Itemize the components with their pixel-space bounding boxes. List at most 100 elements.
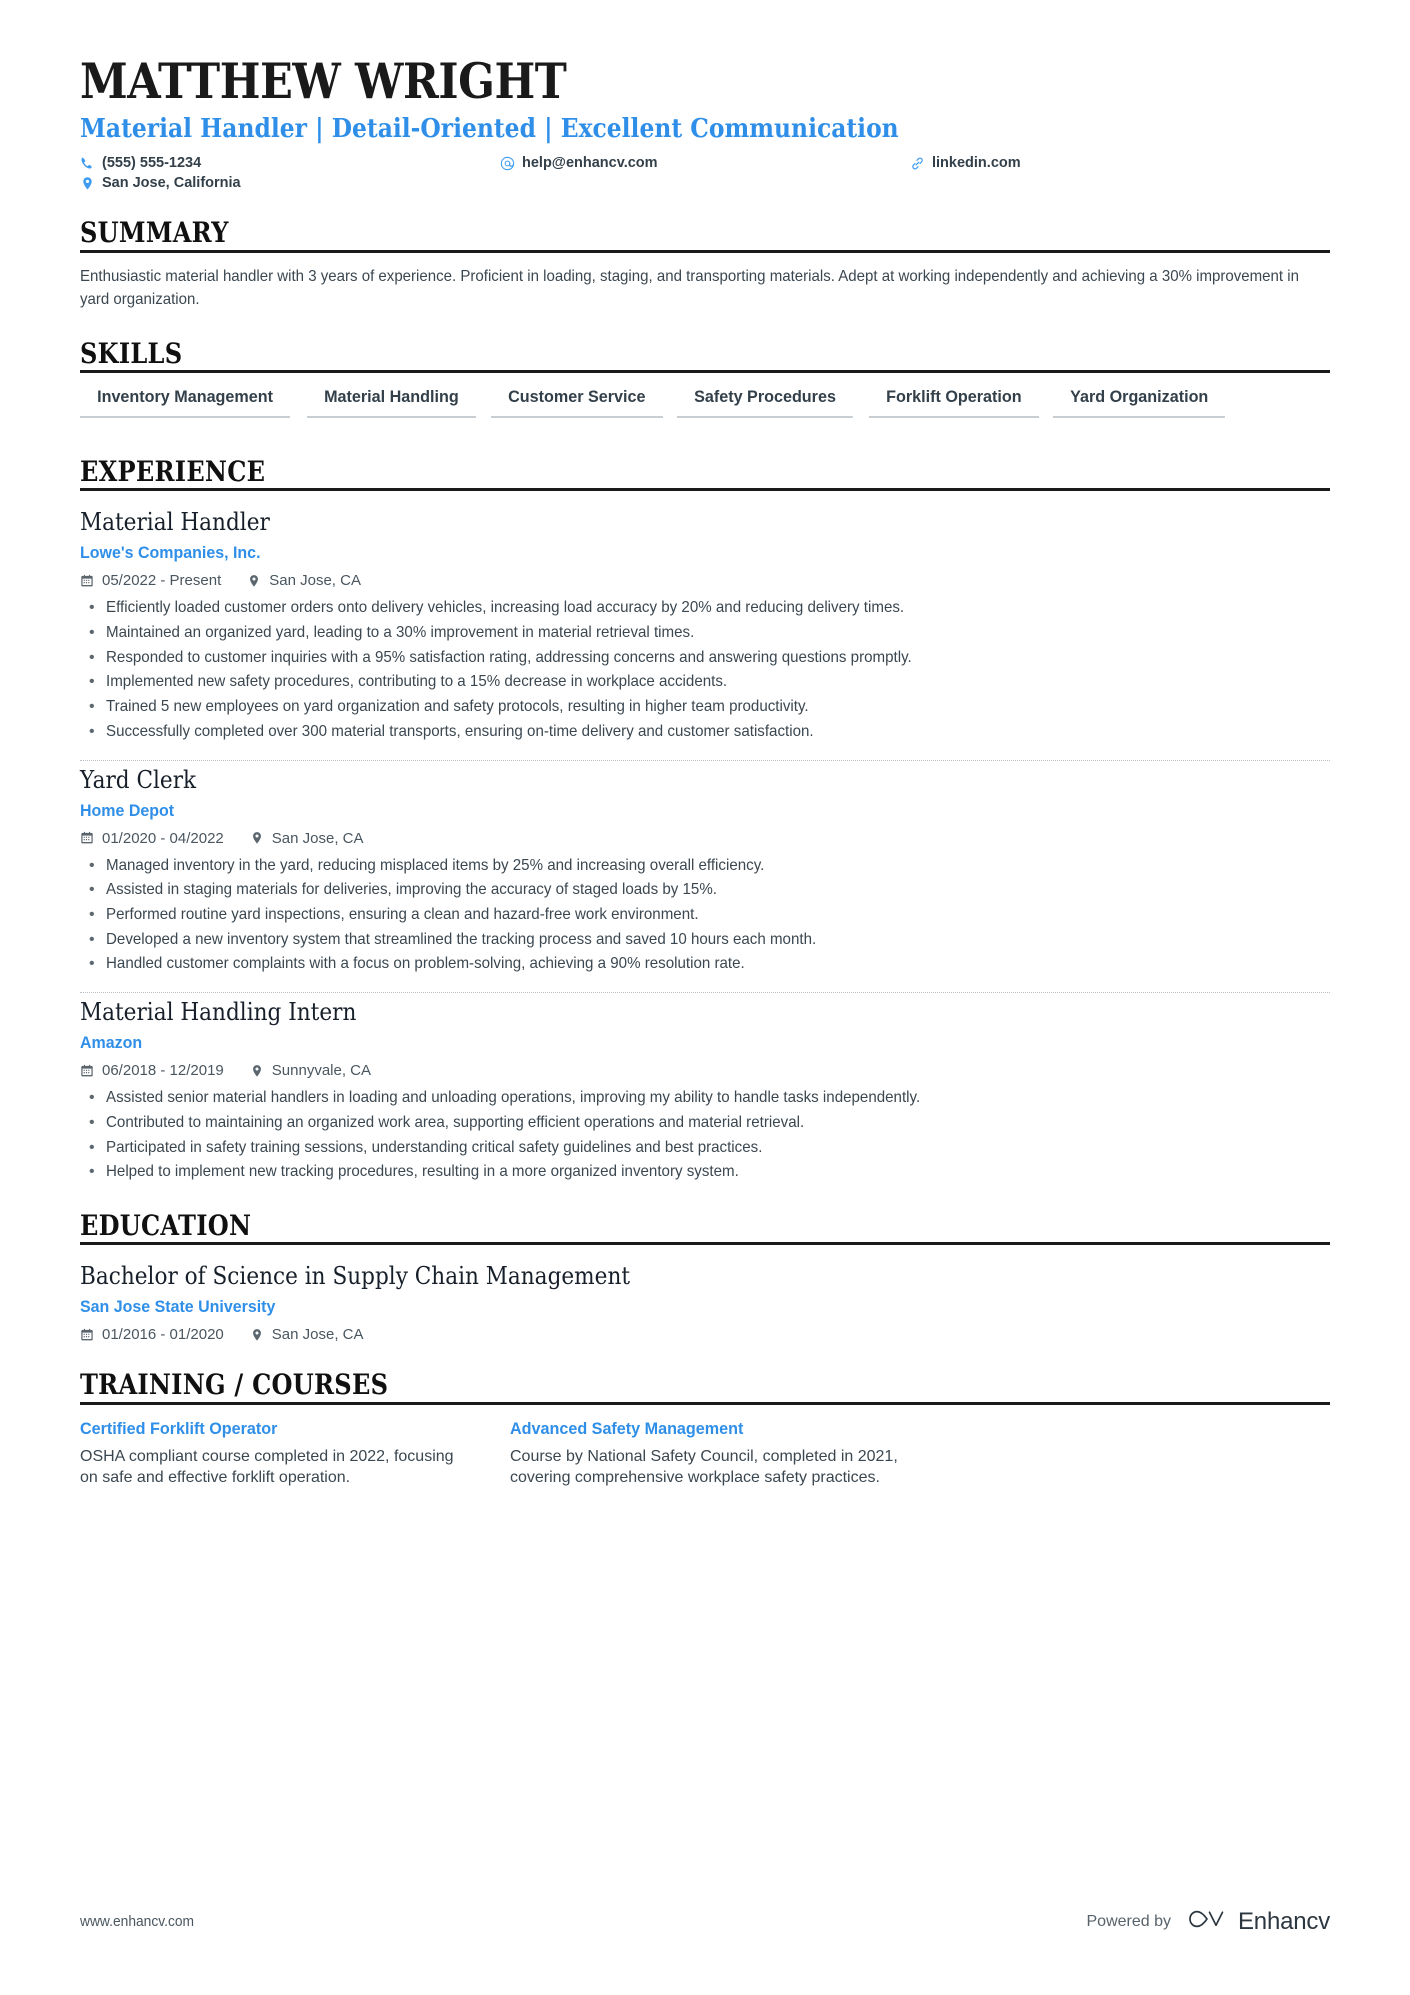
bullet-text: Assisted in staging materials for delive…	[106, 881, 717, 899]
bullet-marker: •	[89, 881, 95, 899]
contact-row-2: San Jose, California	[80, 175, 1330, 191]
education-entry: Bachelor of Science in Supply Chain Mana…	[80, 1257, 1330, 1343]
job-meta: 01/2020 - 04/2022 San Jose, CA	[80, 830, 1330, 847]
bullet-text: Contributed to maintaining an organized …	[106, 1113, 805, 1131]
bullet-text: Helped to implement new tracking procedu…	[106, 1163, 739, 1181]
experience-entry: Material Handling Intern Amazon 06/2018 …	[80, 993, 1330, 1184]
bullet-marker: •	[89, 930, 95, 948]
bullet-item: • Helped to implement new tracking proced…	[80, 1161, 1330, 1184]
job-title: Material Handling Intern	[80, 998, 357, 1027]
job-meta: 05/2022 - Present San Jose, CA	[80, 572, 1330, 589]
section-summary: SUMMARY Enthusiastic material handler wi…	[80, 217, 1330, 311]
location-icon	[247, 574, 261, 588]
section-title-skills: SKILLS	[80, 336, 183, 370]
skill-item: Yard Organization	[1053, 387, 1226, 418]
bullet-item: • Developed a new inventory system that s…	[80, 929, 1330, 952]
enhancv-logo: Enhancv	[1187, 1906, 1330, 1937]
bullet-item: • Handled customer complaints with a focu…	[80, 953, 1330, 976]
contact-email[interactable]: help@enhancv.com	[500, 155, 910, 171]
section-experience: EXPERIENCE Material Handler Lowe's Compa…	[80, 456, 1330, 1184]
bullet-item: • Managed inventory in the yard, reducing…	[80, 855, 1330, 878]
job-company[interactable]: Home Depot	[80, 801, 1255, 821]
course-description: Course by National Safety Council, compl…	[510, 1447, 898, 1487]
bullet-item: • Trained 5 new employees on yard organiz…	[80, 696, 1330, 719]
courses-list: Certified Forklift Operator OSHA complia…	[80, 1405, 1330, 1489]
bullet-marker: •	[89, 1089, 95, 1107]
bullet-text: Trained 5 new employees on yard organiza…	[106, 698, 809, 716]
location-icon	[250, 1328, 264, 1342]
resume-page: MATTHEW WRIGHT Material Handler | Detail…	[0, 0, 1410, 1995]
skill-item: Material Handling	[307, 387, 476, 418]
job-dates-label: 05/2022 - Present	[102, 572, 222, 590]
contact-phone[interactable]: (555) 555-1234	[80, 155, 500, 171]
education-degree: Bachelor of Science in Supply Chain Mana…	[80, 1262, 631, 1291]
location-icon	[250, 1064, 264, 1078]
contact-linkedin-label: linkedin.com	[932, 155, 1021, 172]
education-dates: 01/2016 - 01/2020	[80, 1326, 224, 1343]
footer-url[interactable]: www.enhancv.com	[80, 1913, 194, 1930]
contact-info: (555) 555-1234 help@enhancv.com linkedin…	[80, 155, 1330, 191]
section-skills: SKILLS Inventory Management Material Han…	[80, 336, 1330, 430]
bullet-marker: •	[89, 1138, 95, 1156]
summary-text: Enthusiastic material handler with 3 yea…	[80, 267, 1299, 309]
skill-item: Forklift Operation	[868, 387, 1039, 418]
education-location: San Jose, CA	[250, 1326, 364, 1343]
contact-linkedin[interactable]: linkedin.com	[910, 155, 1021, 171]
skill-item: Inventory Management	[80, 387, 291, 418]
enhancv-wordmark: Enhancv	[1238, 1907, 1330, 1935]
contact-location-label: San Jose, California	[102, 175, 241, 192]
bullet-marker: •	[89, 955, 95, 973]
job-location: San Jose, CA	[247, 572, 361, 589]
education-school[interactable]: San Jose State University	[80, 1297, 1255, 1317]
bullet-marker: •	[89, 599, 95, 617]
bullet-marker: •	[89, 698, 95, 716]
job-dates: 05/2022 - Present	[80, 572, 221, 589]
location-icon	[80, 176, 95, 191]
course-entry: Advanced Safety Management Course by Nat…	[510, 1419, 940, 1489]
resume-header: MATTHEW WRIGHT Material Handler | Detail…	[80, 55, 1330, 191]
education-meta: 01/2016 - 01/2020 San Jose, CA	[80, 1326, 1330, 1343]
bullet-item: • Assisted in staging materials for deliv…	[80, 879, 1330, 902]
section-title-education: EDUCATION	[80, 1209, 252, 1243]
experience-entry: Material Handler Lowe's Companies, Inc. …	[80, 503, 1330, 743]
job-company[interactable]: Lowe's Companies, Inc.	[80, 543, 1255, 563]
bullet-item: • Successfully completed over 300 materia…	[80, 721, 1330, 744]
course-title[interactable]: Certified Forklift Operator	[80, 1419, 451, 1439]
section-title-training: TRAINING / COURSES	[80, 1368, 389, 1402]
bullet-marker: •	[89, 648, 95, 666]
phone-icon	[80, 156, 95, 171]
bullet-text: Maintained an organized yard, leading to…	[106, 623, 695, 641]
bullet-text: Efficiently loaded customer orders onto …	[106, 599, 905, 617]
calendar-icon	[80, 1328, 94, 1342]
bullet-item: • Responded to customer inquiries with a …	[80, 647, 1330, 670]
job-location-label: San Jose, CA	[269, 572, 361, 590]
bullet-marker: •	[89, 856, 95, 874]
job-bullets: • Efficiently loaded customer orders onto…	[80, 597, 1330, 743]
calendar-icon	[80, 831, 94, 845]
bullet-marker: •	[89, 1163, 95, 1181]
job-meta: 06/2018 - 12/2019 Sunnyvale, CA	[80, 1062, 1330, 1079]
bullet-marker: •	[89, 673, 95, 691]
job-location-label: San Jose, CA	[271, 829, 364, 847]
job-title: Yard Clerk	[80, 765, 197, 794]
job-company[interactable]: Amazon	[80, 1033, 1255, 1053]
powered-by-label: Powered by	[1086, 1912, 1172, 1930]
bullet-text: Responded to customer inquiries with a 9…	[106, 648, 912, 666]
contact-row-1: (555) 555-1234 help@enhancv.com linkedin…	[80, 155, 1330, 171]
bullet-marker: •	[89, 623, 95, 641]
bullet-item: • Implemented new safety procedures, cont…	[80, 671, 1330, 694]
enhancv-mark-icon	[1187, 1906, 1229, 1937]
bullet-text: Performed routine yard inspections, ensu…	[106, 905, 699, 923]
bullet-text: Successfully completed over 300 material…	[106, 722, 814, 740]
job-dates-label: 06/2018 - 12/2019	[102, 1062, 224, 1080]
calendar-icon	[80, 1064, 94, 1078]
job-dates: 01/2020 - 04/2022	[80, 830, 224, 847]
section-title-experience: EXPERIENCE	[80, 454, 266, 488]
job-bullets: • Managed inventory in the yard, reducing…	[80, 855, 1330, 977]
job-dates: 06/2018 - 12/2019	[80, 1062, 224, 1079]
bullet-marker: •	[89, 905, 95, 923]
course-title[interactable]: Advanced Safety Management	[510, 1419, 881, 1439]
experience-entry: Yard Clerk Home Depot 01/2020 - 04/2022	[80, 761, 1330, 977]
job-location-label: Sunnyvale, CA	[271, 1062, 372, 1080]
bullet-item: • Assisted senior material handlers in lo…	[80, 1087, 1330, 1110]
